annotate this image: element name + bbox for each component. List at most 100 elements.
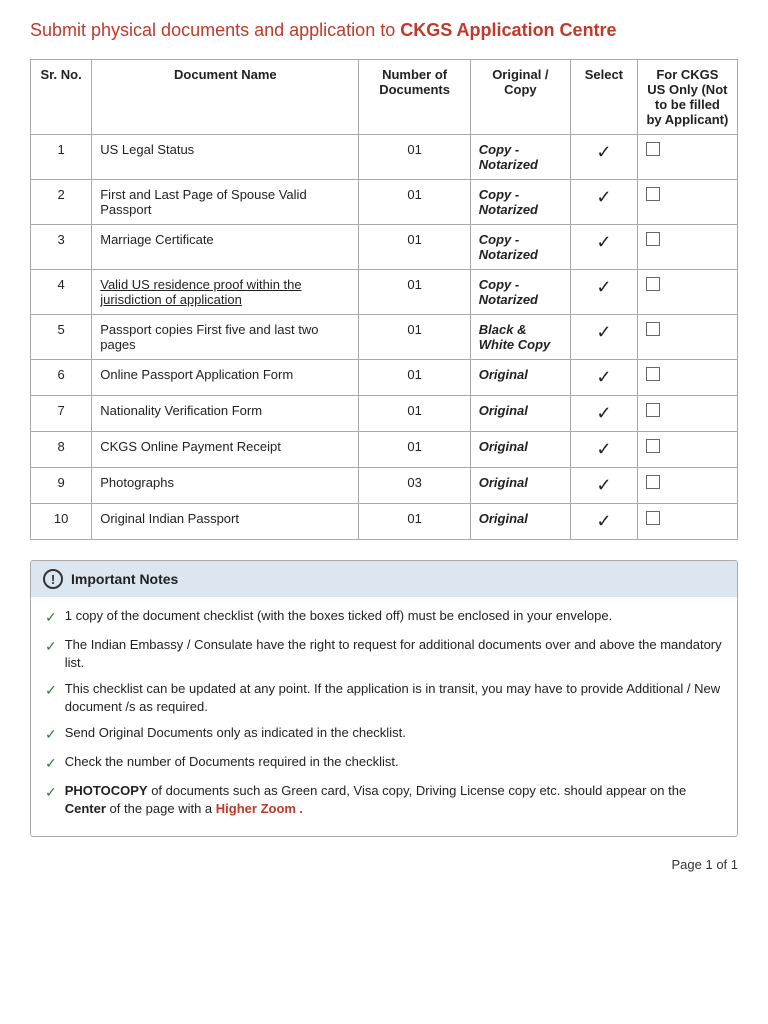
notes-body: ✓ 1 copy of the document checklist (with … (31, 597, 737, 836)
cell-docname: Marriage Certificate (92, 225, 359, 270)
cell-docname: Nationality Verification Form (92, 396, 359, 432)
checkmark-icon: ✓ (596, 475, 611, 495)
note-check-icon: ✓ (45, 783, 57, 803)
note-item: ✓Send Original Documents only as indicat… (45, 724, 723, 745)
note-item: ✓ This checklist can be updated at any po… (45, 680, 723, 716)
note-text: 1 copy of the document checklist (with t… (65, 607, 613, 625)
ckgs-checkbox[interactable] (646, 439, 660, 453)
cell-srno: 8 (31, 432, 92, 468)
table-row: 10Original Indian Passport01Original ✓ (31, 504, 738, 540)
cell-origcopy: Copy - Notarized (470, 225, 570, 270)
cell-origcopy: Original (470, 396, 570, 432)
cell-forckgs (637, 360, 737, 396)
cell-origcopy: Copy - Notarized (470, 135, 570, 180)
ckgs-checkbox[interactable] (646, 475, 660, 489)
cell-numdocs: 01 (359, 432, 470, 468)
notes-title: Important Notes (71, 571, 178, 587)
ckgs-checkbox[interactable] (646, 367, 660, 381)
header-srno: Sr. No. (31, 60, 92, 135)
cell-forckgs (637, 225, 737, 270)
table-row: 6Online Passport Application Form01Origi… (31, 360, 738, 396)
checkmark-icon: ✓ (596, 142, 611, 162)
note-text: PHOTOCOPY of documents such as Green car… (65, 782, 723, 818)
cell-numdocs: 01 (359, 135, 470, 180)
cell-docname: US Legal Status (92, 135, 359, 180)
table-row: 7Nationality Verification Form01Original… (31, 396, 738, 432)
cell-srno: 6 (31, 360, 92, 396)
cell-srno: 3 (31, 225, 92, 270)
cell-docname: First and Last Page of Spouse Valid Pass… (92, 180, 359, 225)
cell-select: ✓ (570, 360, 637, 396)
cell-numdocs: 01 (359, 360, 470, 396)
cell-srno: 1 (31, 135, 92, 180)
table-row: 8CKGS Online Payment Receipt01Original✓ (31, 432, 738, 468)
note-check-icon: ✓ (45, 608, 57, 628)
cell-numdocs: 01 (359, 504, 470, 540)
table-row: 3Marriage Certificate01Copy - Notarized ✓ (31, 225, 738, 270)
ckgs-checkbox[interactable] (646, 187, 660, 201)
note-text: The Indian Embassy / Consulate have the … (65, 636, 723, 672)
cell-origcopy: Original (470, 504, 570, 540)
cell-srno: 2 (31, 180, 92, 225)
cell-forckgs (637, 180, 737, 225)
cell-srno: 9 (31, 468, 92, 504)
note-check-icon: ✓ (45, 725, 57, 745)
cell-select: ✓ (570, 180, 637, 225)
cell-numdocs: 03 (359, 468, 470, 504)
cell-docname: Photographs (92, 468, 359, 504)
cell-origcopy: Black & White Copy (470, 315, 570, 360)
checkmark-icon: ✓ (596, 232, 611, 252)
checkmark-icon: ✓ (596, 403, 611, 423)
page-footer: Page 1 of 1 (30, 857, 738, 872)
page-title: Submit physical documents and applicatio… (30, 20, 738, 41)
cell-docname: Original Indian Passport (92, 504, 359, 540)
cell-srno: 5 (31, 315, 92, 360)
ckgs-checkbox[interactable] (646, 142, 660, 156)
documents-table: Sr. No. Document Name Number of Document… (30, 59, 738, 540)
cell-docname: CKGS Online Payment Receipt (92, 432, 359, 468)
ckgs-checkbox[interactable] (646, 232, 660, 246)
cell-select: ✓ (570, 504, 637, 540)
note-check-icon: ✓ (45, 681, 57, 701)
checkmark-icon: ✓ (596, 439, 611, 459)
checkmark-icon: ✓ (596, 511, 611, 531)
photocopy-bold: PHOTOCOPY (65, 783, 148, 798)
note-text: This checklist can be updated at any poi… (65, 680, 723, 716)
cell-select: ✓ (570, 270, 637, 315)
note-text: Check the number of Documents required i… (65, 753, 399, 771)
table-row: 5Passport copies First five and last two… (31, 315, 738, 360)
ckgs-checkbox[interactable] (646, 277, 660, 291)
cell-forckgs (637, 432, 737, 468)
note-item: ✓ Check the number of Documents required … (45, 753, 723, 774)
note-check-icon: ✓ (45, 754, 57, 774)
center-bold: Center (65, 801, 106, 816)
ckgs-checkbox[interactable] (646, 322, 660, 336)
cell-srno: 10 (31, 504, 92, 540)
ckgs-checkbox[interactable] (646, 511, 660, 525)
cell-origcopy: Original (470, 360, 570, 396)
cell-docname: Valid US residence proof within the juri… (92, 270, 359, 315)
note-item: ✓The Indian Embassy / Consulate have the… (45, 636, 723, 672)
ckgs-checkbox[interactable] (646, 403, 660, 417)
cell-select: ✓ (570, 396, 637, 432)
table-row: 4Valid US residence proof within the jur… (31, 270, 738, 315)
note-item: ✓ PHOTOCOPY of documents such as Green ca… (45, 782, 723, 818)
checkmark-icon: ✓ (596, 367, 611, 387)
cell-numdocs: 01 (359, 225, 470, 270)
cell-forckgs (637, 270, 737, 315)
cell-forckgs (637, 315, 737, 360)
header-origcopy: Original / Copy (470, 60, 570, 135)
cell-select: ✓ (570, 468, 637, 504)
cell-forckgs (637, 504, 737, 540)
cell-docname: Online Passport Application Form (92, 360, 359, 396)
cell-srno: 7 (31, 396, 92, 432)
cell-select: ✓ (570, 135, 637, 180)
cell-srno: 4 (31, 270, 92, 315)
cell-select: ✓ (570, 432, 637, 468)
cell-forckgs (637, 468, 737, 504)
header-numdocs: Number of Documents (359, 60, 470, 135)
table-row: 9Photographs03Original✓ (31, 468, 738, 504)
note-item: ✓ 1 copy of the document checklist (with … (45, 607, 723, 628)
cell-numdocs: 01 (359, 396, 470, 432)
cell-select: ✓ (570, 315, 637, 360)
